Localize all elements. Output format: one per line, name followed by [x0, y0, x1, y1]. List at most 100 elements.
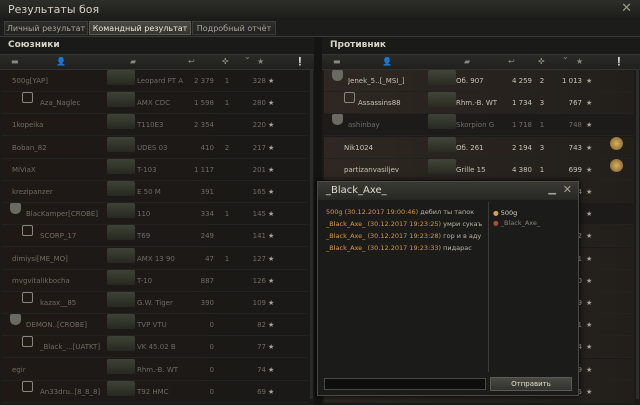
chat-divider [488, 202, 489, 372]
star-icon: ★ [268, 143, 275, 152]
xp-value: 217 [252, 143, 266, 152]
chat-message: 500g (30.12.2017 19:00:46) дебил ты тапо… [326, 208, 486, 217]
minimize-icon[interactable]: ▁ [548, 184, 556, 195]
chat-titlebar[interactable]: _Black_Axe_ ▁ ✕ [318, 182, 578, 200]
tab-personal-result[interactable]: Личный результат [4, 21, 88, 35]
table-row[interactable]: MiViaX T-103 1 117 201 ★ [2, 158, 308, 181]
player-sort-icon[interactable]: 👤 [56, 57, 66, 66]
allies-scrollbar[interactable] [310, 69, 313, 399]
damage-value: 1 718 [511, 121, 532, 130]
kills-sort-icon[interactable]: ✜ [222, 57, 229, 66]
tank-icon [428, 158, 456, 174]
allies-panel: Союзники ▬ 👤 ▰ ↩ ✜ ⌄ ★ ❕ 500g[YAP] Leopar… [0, 37, 314, 405]
table-row[interactable]: Nik1024 Об. 261 2 194 3 743 ★ [324, 136, 634, 159]
star-icon: ★ [268, 99, 275, 108]
damage-value: 1 117 [193, 165, 214, 174]
xp-sort-icon[interactable]: ★ [576, 57, 583, 66]
table-row[interactable]: Aza_Naglec AMX CDC 1 598 1 280 ★ [2, 92, 308, 115]
xp-value: 141 [252, 232, 266, 241]
player-name: 500g[YAP] [12, 77, 49, 85]
tank-sort-icon[interactable]: ▰ [130, 57, 136, 66]
close-icon[interactable]: ✕ [563, 183, 572, 196]
enemies-scrollbar[interactable] [636, 69, 639, 399]
enemies-column-header: ▬ 👤 ▰ ↩ ✜ ⌄ ★ ❕ [322, 52, 640, 70]
table-row[interactable]: ashinbay Skorpion G1 718 1 748 ★ [324, 114, 634, 137]
xp-value: 109 [252, 299, 266, 307]
tank-icon [107, 336, 135, 352]
chat-window[interactable]: _Black_Axe_ ▁ ✕ 500g (30.12.2017 19:00:4… [317, 181, 579, 396]
close-icon[interactable]: ✕ [621, 1, 632, 16]
tank-icon [428, 92, 456, 108]
tank-sort-icon[interactable]: ▰ [464, 57, 470, 66]
table-row[interactable]: Boban_82 UDES 03 410 2 217 ★ [2, 136, 308, 159]
list-icon[interactable]: ▬ [333, 57, 341, 66]
enemies-header: Противник [330, 40, 387, 50]
chat-member[interactable]: ● 500g [493, 208, 540, 218]
damage-value: 887 [200, 276, 214, 285]
kills-value: 1 [224, 210, 230, 219]
table-row[interactable]: Assassins88 Rhm.-B. WT 1 734 3 767 ★ [324, 92, 634, 115]
tab-detailed-report[interactable]: Подробный отчёт [192, 21, 276, 35]
tank-icon [107, 292, 135, 307]
window-title: Результаты боя [8, 3, 100, 16]
list-icon[interactable]: ▬ [11, 57, 19, 66]
platoon-icon [22, 292, 33, 303]
table-row[interactable]: mvgvitalikbocha T-10 887 126 ★ [2, 269, 308, 292]
player-name: Nik1024 [344, 143, 374, 152]
damage-value: 0 [209, 365, 214, 374]
damage-value: 4 380 [511, 165, 532, 174]
medal-icon [610, 158, 623, 172]
table-row[interactable]: Jenek_5..[_MSI_] Об. 907 4 259 2 1 013 ★ [324, 70, 634, 92]
damage-sort-icon[interactable]: ↩ [508, 57, 515, 66]
player-name: Jenek_5..[_MSI_] [348, 77, 405, 85]
tank-icon [107, 380, 135, 396]
player-name: partizanvasiljev [344, 165, 400, 174]
player-sort-icon[interactable]: 👤 [382, 57, 392, 66]
chat-member[interactable]: ● _Black_Axe_ [493, 218, 540, 228]
send-button[interactable]: Отправить [490, 377, 572, 391]
star-icon: ★ [268, 254, 275, 263]
platoon-icon [22, 380, 33, 392]
table-row[interactable]: 1kopeika T110E3 2 354 220 ★ [2, 114, 308, 137]
star-icon: ★ [268, 276, 275, 285]
tab-label: Командный результат [92, 24, 188, 33]
kills-sort-icon[interactable]: ✜ [538, 57, 545, 66]
star-icon: ★ [586, 121, 593, 130]
star-icon: ★ [586, 143, 593, 152]
table-row[interactable]: partizanvasiljev Grille 15 4 380 1 699 ★ [324, 158, 634, 181]
message-text: дебил ты тапок [420, 208, 475, 216]
table-row[interactable]: dimiysi[ME_MO] AMX 13 90 47 1 127 ★ [2, 247, 308, 270]
damage-sort-icon[interactable]: ↩ [188, 57, 195, 66]
table-row[interactable]: 500g[YAP] Leopard PT A2 379 1 328 ★ [2, 70, 308, 92]
table-row[interactable]: DEMON..[CROBE] TVP VTU 0 82 ★ [2, 314, 308, 337]
info-icon[interactable]: ❕ [614, 57, 624, 66]
xp-sort-icon[interactable]: ★ [257, 57, 264, 66]
tab-team-result[interactable]: Командный результат [89, 21, 191, 35]
star-icon: ★ [586, 321, 593, 330]
message-text: пидарас [443, 244, 472, 252]
damage-value: 1 598 [193, 99, 214, 108]
tank-icon [107, 181, 135, 196]
table-row[interactable]: _Black_...[UATKT] VK 45.02 B 0 77 ★ [2, 336, 308, 359]
chat-input[interactable] [324, 378, 486, 390]
star-icon: ★ [268, 188, 275, 196]
star-icon: ★ [586, 99, 593, 108]
info-icon[interactable]: ❕ [295, 57, 305, 66]
xp-value: 220 [252, 121, 266, 130]
table-row[interactable]: An33dru..[8_8_8] T92 HMC 0 69 ★ [2, 380, 308, 403]
kills-value: 1 [224, 77, 230, 85]
star-icon: ★ [586, 77, 593, 85]
chat-message: _Black_Axe_ (30.12.2017 19:23:33) пидара… [326, 244, 486, 253]
damage-value: 47 [205, 254, 214, 263]
table-row[interactable]: BlacKamper[CROBE] 110 334 1 145 ★ [2, 203, 308, 226]
clan-icon [332, 114, 343, 126]
tank-icon [428, 136, 456, 152]
table-row[interactable]: SCORP_17 T69 249 141 ★ [2, 225, 308, 248]
tank-icon [107, 114, 135, 130]
table-row[interactable]: egir Rhm.-B. WT 0 74 ★ [2, 358, 308, 381]
tank-icon [107, 358, 135, 374]
table-row[interactable]: kazax__85 G.W. Tiger 390 109 ★ [2, 292, 308, 314]
kills-value: 2 [224, 143, 230, 152]
table-row[interactable]: krezipanzer E 50 M 391 165 ★ [2, 181, 308, 203]
tank-icon [428, 114, 456, 130]
